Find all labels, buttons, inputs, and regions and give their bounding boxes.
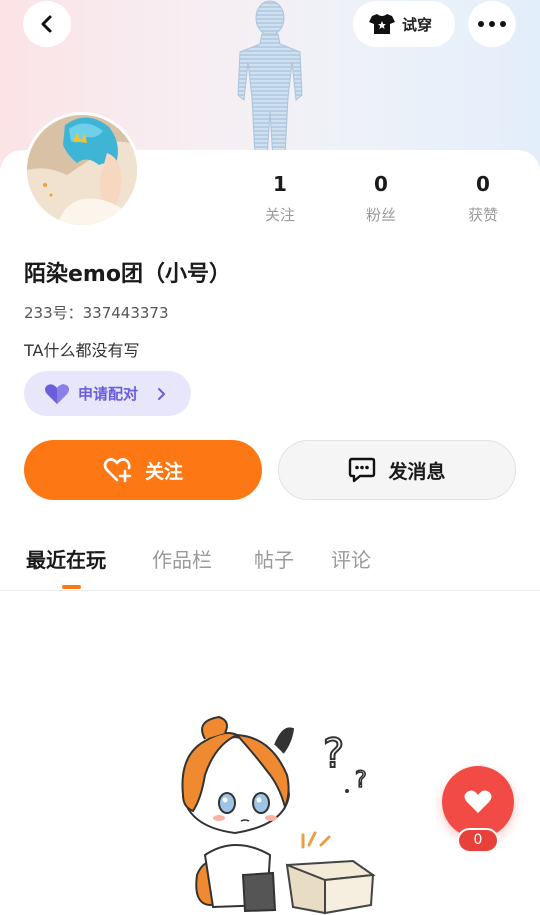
back-arrow-icon	[41, 15, 52, 33]
stat-followers-label: 粉丝	[365, 206, 396, 224]
try-on-button[interactable]: 试穿	[353, 1, 455, 47]
avatar[interactable]	[24, 112, 140, 228]
empty-state-illustration: ? ?	[181, 715, 376, 915]
svg-text:?: ?	[355, 768, 367, 793]
message-button[interactable]: 发消息	[278, 440, 516, 500]
follow-button[interactable]: 关注	[24, 440, 262, 500]
active-tab-indicator	[62, 585, 81, 589]
stat-likes-value: 0	[476, 172, 490, 196]
stat-likes[interactable]: 0 获赞	[438, 170, 528, 225]
stat-following-label: 关注	[264, 206, 295, 224]
svg-text:?: ?	[323, 731, 344, 777]
chevron-right-icon	[158, 387, 166, 400]
apply-pair-button[interactable]: 申请配对	[24, 371, 191, 416]
more-icon	[478, 21, 506, 27]
heart-icon	[464, 790, 492, 813]
heart-plus-icon	[103, 458, 132, 483]
follow-label: 关注	[144, 460, 183, 483]
stat-likes-label: 获赞	[467, 206, 498, 224]
chat-bubble-icon	[349, 457, 376, 483]
stat-followers-value: 0	[374, 172, 388, 196]
tabs-divider	[0, 590, 540, 591]
stat-following[interactable]: 1 关注	[235, 170, 325, 225]
tab-recently-played[interactable]: 最近在玩	[26, 544, 106, 573]
avatar-image	[27, 115, 137, 225]
stat-following-value: 1	[273, 172, 287, 196]
stat-followers[interactable]: 0 粉丝	[336, 170, 426, 225]
tab-comments[interactable]: 评论	[331, 544, 371, 573]
more-button[interactable]	[468, 1, 516, 47]
apply-pair-label: 申请配对	[78, 385, 139, 403]
back-button[interactable]	[23, 1, 71, 47]
shirt-icon	[369, 14, 395, 34]
tab-posts[interactable]: 帖子	[254, 544, 294, 573]
message-label: 发消息	[388, 460, 446, 483]
profile-name: 陌染emo团（小号）	[24, 262, 231, 287]
heart-icon	[45, 383, 69, 404]
mannequin-figure	[237, 0, 303, 175]
profile-uid: 233号：337443373	[24, 304, 169, 322]
try-on-label: 试穿	[402, 15, 433, 34]
like-count-badge: 0	[457, 828, 499, 853]
tab-works[interactable]: 作品栏	[152, 544, 212, 573]
profile-bio: TA什么都没有写	[24, 341, 140, 360]
